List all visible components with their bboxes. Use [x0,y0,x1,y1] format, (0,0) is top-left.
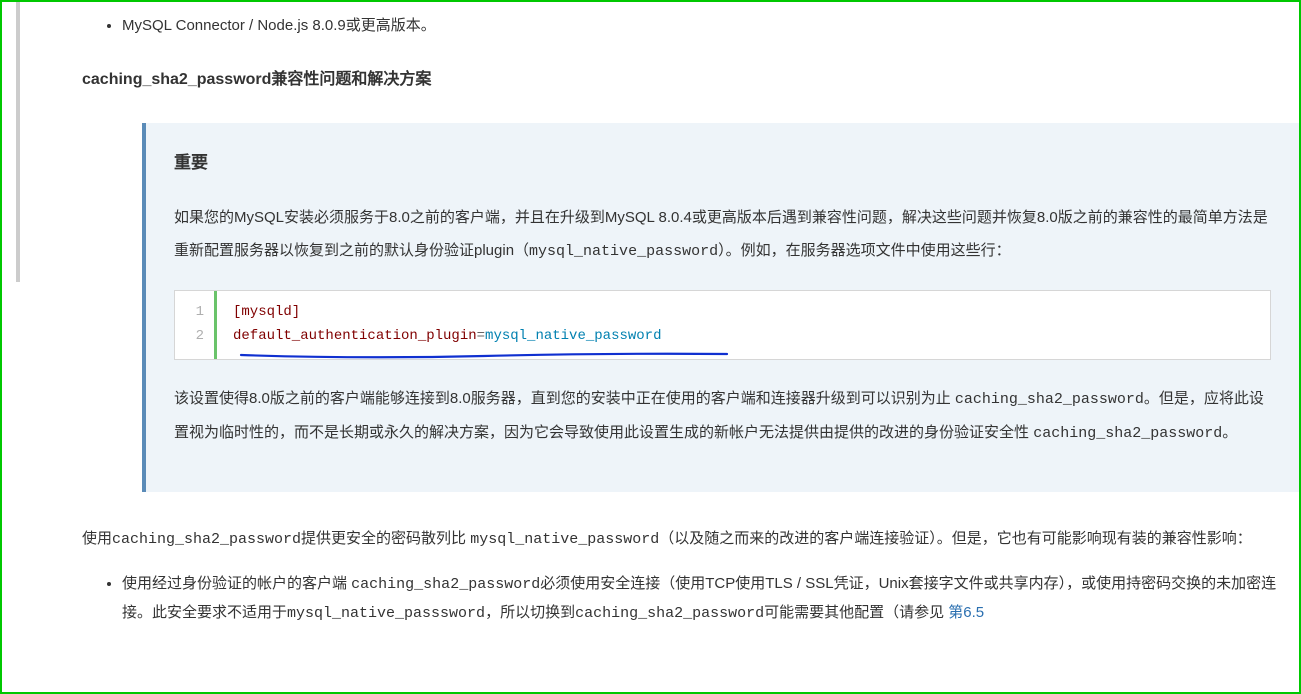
body-paragraph: 使用caching_sha2_password提供更安全的密码散列比 mysql… [82,522,1299,556]
code-equals-token: = [477,328,485,344]
text-span: ）。例如，在服务器选项文件中使用这些行： [718,242,1011,259]
bullet-list-top: MySQL Connector / Node.js 8.0.9或更高版本。 [82,12,1299,41]
list-item: MySQL Connector / Node.js 8.0.9或更高版本。 [122,12,1299,41]
important-note-box: 重要 如果您的MySQL安装必须服务于8.0之前的客户端，并且在升级到MySQL… [142,123,1299,492]
text-span: 。 [1222,424,1237,441]
inline-code: mysql_native_password [529,243,718,260]
config-code-block: 1 2 [mysqld] default_authentication_plug… [174,290,1271,360]
left-scroll-indicator [16,2,20,282]
section-link[interactable]: 第6.5 [948,604,984,621]
line-number: 2 [185,325,204,349]
text-span: 该设置使得8.0版之前的客户端能够连接到8.0服务器，直到您的安装中正在使用的客… [174,390,955,407]
inline-code: caching_sha2_password [112,531,301,548]
code-value-token: mysql_native_password [485,328,661,344]
text-span: 可能需要其他配置（请参见 [764,604,948,621]
code-line: [mysqld] [233,301,661,325]
code-key-token: default_authentication_plugin [233,328,477,344]
inline-code: mysql_native_passsword [287,605,485,622]
code-content: [mysqld] default_authentication_plugin=m… [217,291,677,359]
text-span: （以及随之而来的改进的客户端连接验证）。但是，它也有可能影响现有装的兼容性影响： [659,530,1252,547]
note-paragraph-1: 如果您的MySQL安装必须服务于8.0之前的客户端，并且在升级到MySQL 8.… [174,201,1271,268]
text-span: ，所以切换到 [485,604,575,621]
note-paragraph-2: 该设置使得8.0版之前的客户端能够连接到8.0服务器，直到您的安装中正在使用的客… [174,382,1271,450]
inline-code: caching_sha2_password [575,605,764,622]
inline-code: caching_sha2_password [955,391,1144,408]
text-span: 使用经过身份验证的帐户的客户端 [122,575,351,592]
document-content: MySQL Connector / Node.js 8.0.9或更高版本。 ca… [2,2,1299,629]
inline-code: mysql_native_password [470,531,659,548]
text-span: 提供更安全的密码散列比 [301,530,470,547]
inline-code: caching_sha2_password [1033,425,1222,442]
inline-code: caching_sha2_password [351,576,540,593]
list-item: 使用经过身份验证的帐户的客户端 caching_sha2_password必须使… [122,570,1299,629]
bullet-list-bottom: 使用经过身份验证的帐户的客户端 caching_sha2_password必须使… [82,570,1299,629]
section-heading: caching_sha2_password兼容性问题和解决方案 [82,65,1299,95]
line-number: 1 [185,301,204,325]
note-title: 重要 [174,147,1271,179]
code-section-token: [mysqld] [233,304,300,320]
text-span: 使用 [82,530,112,547]
line-number-gutter: 1 2 [175,291,217,359]
code-line: default_authentication_plugin=mysql_nati… [233,325,661,349]
